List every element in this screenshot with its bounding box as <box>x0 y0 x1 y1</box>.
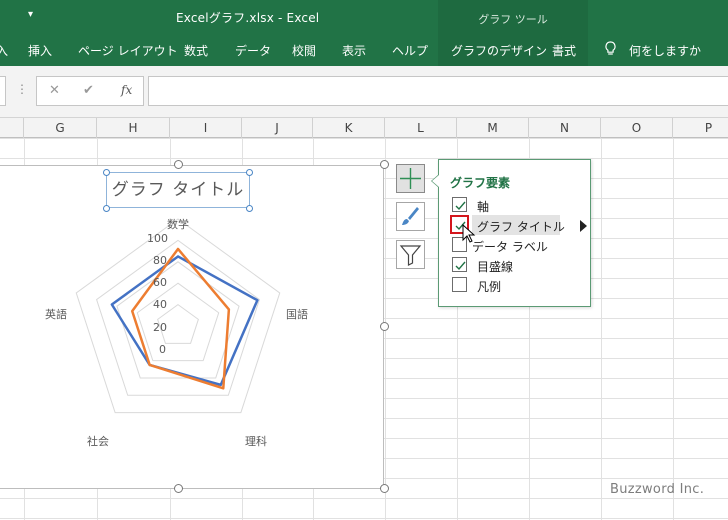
cancel-icon[interactable]: ✕ <box>49 83 60 98</box>
element-legend[interactable]: 凡例 <box>452 275 587 295</box>
tab-home-partial[interactable]: 入 <box>0 42 8 59</box>
gridlines-label: 目盛線 <box>477 260 514 274</box>
chart-tools-label: グラフ ツール <box>478 13 548 26</box>
window-title: Excelグラフ.xlsx - Excel <box>176 11 320 25</box>
watermark: Buzzword Inc. <box>610 482 705 497</box>
tick-label: 40 <box>153 298 167 311</box>
qat-dropdown-icon[interactable]: ▾ <box>28 9 33 20</box>
tab-review[interactable]: 校閲 <box>292 42 316 59</box>
resize-handle-bottom[interactable] <box>174 484 183 493</box>
mouse-cursor-icon <box>462 224 476 243</box>
formula-bar-grip[interactable]: ⋮ <box>16 82 28 96</box>
grid-line <box>601 138 602 520</box>
chart-area[interactable] <box>0 165 384 489</box>
title-handle[interactable] <box>103 205 110 212</box>
chart-styles-button[interactable] <box>396 202 425 231</box>
column-header-k[interactable]: K <box>313 118 385 138</box>
resize-handle-right[interactable] <box>380 322 389 331</box>
ribbon-tabs: 入 挿入 ページ レイアウト 数式 データ 校閲 表示 ヘルプ グラフのデザイン… <box>0 34 728 66</box>
tick-label: 0 <box>159 343 166 356</box>
lightbulb-icon[interactable] <box>604 41 617 59</box>
tab-help[interactable]: ヘルプ <box>392 42 428 59</box>
gridlines-checkbox[interactable] <box>452 257 467 272</box>
tick-label: 80 <box>153 254 167 267</box>
column-header-g[interactable]: G <box>24 118 97 138</box>
submenu-arrow-icon[interactable] <box>580 220 587 232</box>
column-header-h[interactable]: H <box>97 118 170 138</box>
title-handle[interactable] <box>246 205 253 212</box>
tab-page-layout[interactable]: ページ レイアウト <box>78 42 178 59</box>
legend-checkbox[interactable] <box>452 277 467 292</box>
column-header-j[interactable]: J <box>242 118 313 138</box>
category-label-science: 理科 <box>245 435 267 448</box>
enter-icon[interactable]: ✔ <box>83 83 94 98</box>
chart-tools-group: グラフ ツール <box>438 0 588 34</box>
tick-label: 20 <box>153 321 167 334</box>
element-gridlines[interactable]: 目盛線 <box>452 255 587 275</box>
chart-title[interactable]: グラフ タイトル <box>106 172 250 208</box>
title-bar: ▾ Excelグラフ.xlsx - Excel グラフ ツール <box>0 0 728 34</box>
category-label-english: 英語 <box>45 308 67 321</box>
column-header-m[interactable]: M <box>457 118 529 138</box>
tell-me-box[interactable]: 何をしますか <box>629 42 701 59</box>
insert-function-icon[interactable]: fx <box>121 83 132 97</box>
flyout-title: グラフ要素 <box>450 176 511 190</box>
chart-filters-button[interactable] <box>396 240 425 269</box>
column-header-o[interactable]: O <box>601 118 673 138</box>
tab-formulas[interactable]: 数式 <box>184 42 208 59</box>
chart-elements-button[interactable] <box>396 164 425 193</box>
title-handle[interactable] <box>246 169 253 176</box>
plus-icon <box>400 168 421 189</box>
column-header-f[interactable]: F <box>0 118 24 138</box>
name-box[interactable] <box>0 76 6 106</box>
tick-label: 60 <box>153 276 167 289</box>
tick-label: 100 <box>147 232 168 245</box>
tab-format[interactable]: 書式 <box>552 42 576 59</box>
chart-title-label: グラフ タイトル <box>477 220 565 234</box>
legend-label: 凡例 <box>477 280 502 294</box>
brush-icon <box>402 207 419 225</box>
column-header-i[interactable]: I <box>170 118 242 138</box>
flyout-pointer-inner <box>432 175 439 187</box>
tab-data[interactable]: データ <box>235 42 271 59</box>
tab-view[interactable]: 表示 <box>342 42 366 59</box>
check-icon <box>455 261 466 271</box>
element-axes[interactable]: 軸 <box>452 195 587 215</box>
title-handle[interactable] <box>103 169 110 176</box>
column-header-n[interactable]: N <box>529 118 601 138</box>
axes-checkbox[interactable] <box>452 197 467 212</box>
formula-buttons: ✕ ✔ fx <box>36 76 144 106</box>
data-labels-label: データ ラベル <box>472 240 548 254</box>
grid-line <box>673 138 674 520</box>
category-label-japanese: 国語 <box>286 308 308 321</box>
formula-bar: ⋮ ✕ ✔ fx <box>0 66 728 118</box>
category-label-math: 数学 <box>167 218 189 231</box>
chart-elements-flyout: グラフ要素 軸 グラフ タイトル データ ラベル 目盛線 凡例 <box>431 159 591 307</box>
tab-insert[interactable]: 挿入 <box>28 42 52 59</box>
resize-handle-top[interactable] <box>174 160 183 169</box>
check-icon <box>455 201 466 211</box>
column-headers: F G H I J K L M N O P <box>0 118 728 138</box>
column-header-p[interactable]: P <box>673 118 728 138</box>
tab-chart-design[interactable]: グラフのデザイン <box>451 42 547 59</box>
formula-input[interactable] <box>148 76 728 106</box>
column-header-l[interactable]: L <box>385 118 457 138</box>
axes-label: 軸 <box>477 200 490 214</box>
funnel-icon <box>399 245 422 266</box>
category-label-social: 社会 <box>87 435 109 448</box>
resize-handle-bottom-right[interactable] <box>380 484 389 493</box>
resize-handle-top-right[interactable] <box>380 160 389 169</box>
